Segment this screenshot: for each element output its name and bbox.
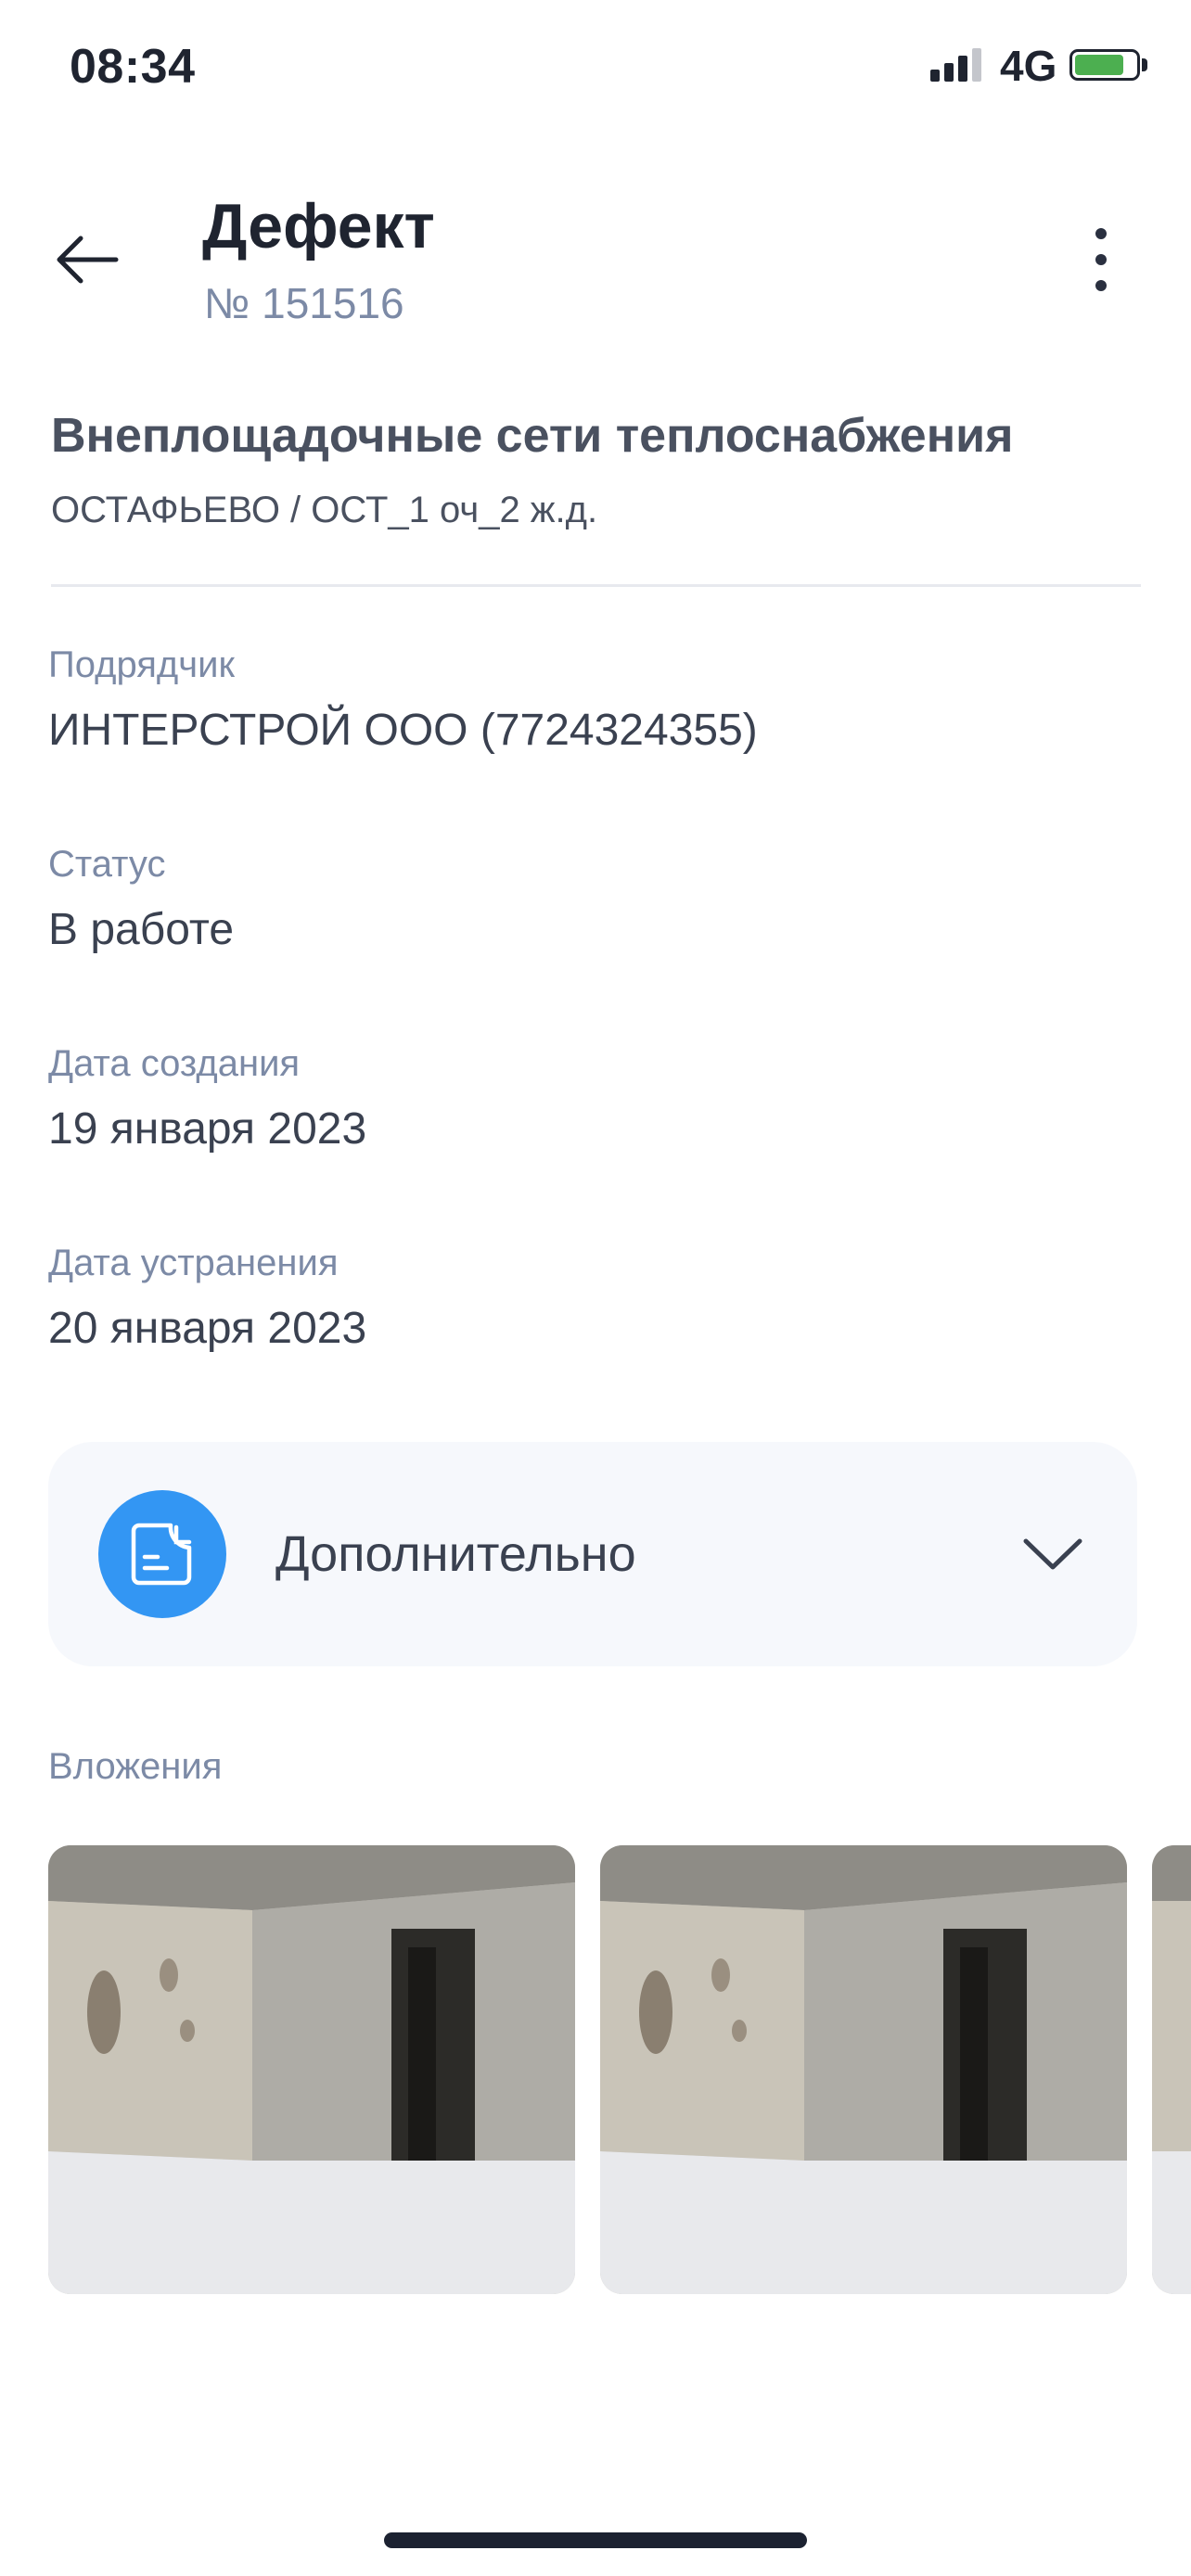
additional-info-toggle[interactable]: Дополнительно — [48, 1442, 1137, 1666]
cellular-signal-icon — [930, 48, 984, 82]
dot — [1095, 280, 1107, 291]
object-path: ОСТАФЬЕВО / ОСТ_1 оч_2 ж.д. — [51, 490, 598, 530]
back-button[interactable] — [51, 223, 125, 297]
status-label: Статус — [48, 844, 166, 885]
attachment-thumbnail[interactable] — [1152, 1845, 1191, 2294]
document-clock-icon — [98, 1490, 226, 1618]
attachments-label: Вложения — [48, 1746, 223, 1787]
dot — [1095, 228, 1107, 239]
status-bar: 08:34 4G — [0, 0, 1191, 139]
contractor-label: Подрядчик — [48, 644, 235, 685]
status-time: 08:34 — [70, 40, 196, 94]
battery-cap — [1142, 58, 1147, 71]
chevron-down-icon — [1023, 1538, 1082, 1570]
attachment-thumbnail[interactable] — [600, 1845, 1127, 2294]
created-date-label: Дата создания — [48, 1043, 301, 1084]
divider — [51, 584, 1141, 587]
home-indicator — [384, 2532, 807, 2548]
attachment-thumbnail[interactable] — [48, 1845, 575, 2294]
dot — [1095, 254, 1107, 265]
more-options-button[interactable] — [1078, 223, 1124, 297]
contractor-value: ИНТЕРСТРОЙ ООО (7724324355) — [48, 706, 758, 755]
created-date-value: 19 января 2023 — [48, 1104, 367, 1154]
arrow-left-icon — [57, 236, 119, 284]
status-value: В работе — [48, 905, 235, 954]
additional-info-label: Дополнительно — [275, 1526, 636, 1582]
object-title: Внеплощадочные сети теплоснабжения — [51, 409, 1014, 463]
network-type: 4G — [1000, 42, 1057, 90]
defect-number: № 151516 — [204, 279, 404, 327]
resolve-date-value: 20 января 2023 — [48, 1304, 367, 1353]
battery-icon — [1069, 49, 1140, 81]
resolve-date-label: Дата устранения — [48, 1243, 339, 1283]
page-title: Дефект — [202, 191, 435, 261]
